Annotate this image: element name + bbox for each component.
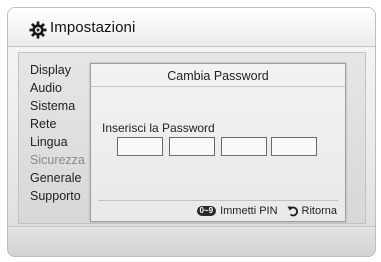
pin-box-4[interactable] xyxy=(271,137,317,156)
menu-item-generale[interactable]: Generale xyxy=(30,169,90,187)
return-arrow-icon xyxy=(287,206,298,217)
gear-icon xyxy=(29,21,47,39)
menu-item-supporto[interactable]: Supporto xyxy=(30,187,90,205)
header-bar: Impostazioni xyxy=(8,8,375,47)
dialog-footer-hints: 0~9 Immetti PIN Ritorna xyxy=(196,204,337,218)
page-title: Impostazioni xyxy=(50,19,136,36)
pin-box-3[interactable] xyxy=(221,137,267,156)
menu-item-sistema[interactable]: Sistema xyxy=(30,97,90,115)
settings-menu: Display Audio Sistema Rete Lingua Sicure… xyxy=(30,61,90,205)
number-keys-icon: 0~9 xyxy=(196,206,217,216)
menu-item-sicurezza[interactable]: Sicurezza xyxy=(30,151,90,169)
bottom-bar xyxy=(8,226,375,256)
dialog-title: Cambia Password xyxy=(167,69,269,83)
dialog-divider xyxy=(98,200,338,201)
settings-screen: Impostazioni Display Audio Sistema Rete … xyxy=(7,7,376,257)
password-field-label: Inserisci la Password xyxy=(102,121,215,135)
menu-item-display[interactable]: Display xyxy=(30,61,90,79)
menu-item-audio[interactable]: Audio xyxy=(30,79,90,97)
pin-box-1[interactable] xyxy=(117,137,163,156)
dialog-title-divider xyxy=(91,86,345,87)
enter-pin-hint: Immetti PIN xyxy=(220,205,278,217)
change-password-dialog: Cambia Password Inserisci la Password 0~… xyxy=(90,63,346,222)
pin-box-2[interactable] xyxy=(169,137,215,156)
return-hint: Ritorna xyxy=(301,205,337,217)
menu-item-lingua[interactable]: Lingua xyxy=(30,133,90,151)
menu-item-rete[interactable]: Rete xyxy=(30,115,90,133)
